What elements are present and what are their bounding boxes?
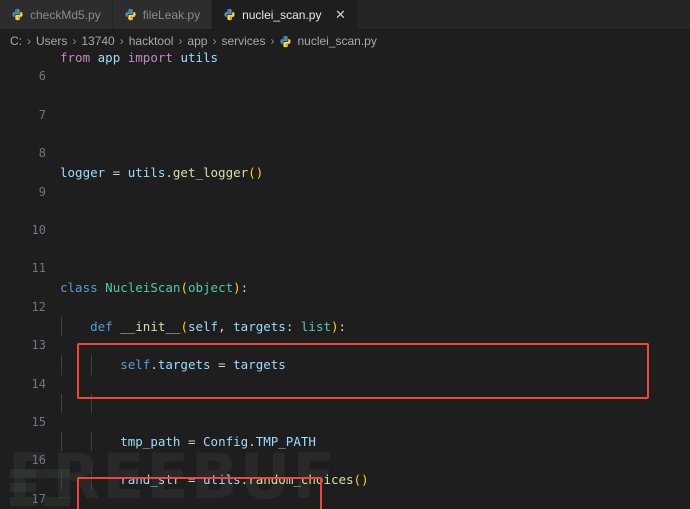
breadcrumb-item-13740[interactable]: 13740: [81, 34, 114, 48]
code-line: 11: [0, 240, 690, 275]
code-line: 8: [0, 125, 690, 160]
line-number: 11: [31, 261, 46, 276]
line-content: rand_str = utils.random_choices(): [120, 472, 369, 488]
line-number: 17: [31, 491, 46, 506]
code-editor[interactable]: FREEBUF 6 from app import utils 7 8 9 lo…: [0, 52, 690, 509]
tab-label: nuclei_scan.py: [242, 7, 322, 22]
breadcrumb-item-users[interactable]: Users: [36, 34, 67, 48]
line-number: 6: [38, 69, 46, 84]
code-line: 15: [0, 393, 690, 429]
line-number: 13: [31, 338, 46, 353]
line-number: 15: [31, 414, 46, 429]
line-content: class NucleiScan(object):: [60, 280, 249, 296]
code-line: 7: [0, 86, 690, 122]
line-content: self.targets = targets: [120, 357, 286, 373]
python-icon: [125, 8, 136, 21]
close-icon[interactable]: ✕: [334, 8, 346, 21]
breadcrumb-file-label: nuclei_scan.py: [297, 34, 377, 48]
python-icon: [224, 8, 235, 21]
editor-vertical-scrollbar[interactable]: [680, 103, 690, 509]
line-number: 7: [38, 107, 46, 122]
code-lines: 6 from app import utils 7 8 9 logger = u…: [0, 52, 690, 509]
chevron-right-icon: ›: [212, 34, 217, 48]
tab-label: checkMd5.py: [30, 7, 101, 22]
code-line: 16 tmp_path = Config.TMP_PATH: [0, 431, 690, 467]
line-number: 14: [31, 376, 46, 391]
breadcrumb-item-app[interactable]: app: [187, 34, 207, 48]
breadcrumb-item-file[interactable]: nuclei_scan.py: [279, 34, 377, 48]
vscode-window: checkMd5.py fileLeak.py nuclei_scan.py ✕…: [0, 0, 690, 509]
line-number: 12: [31, 299, 46, 314]
tab-nuclei-scan-py[interactable]: nuclei_scan.py ✕: [212, 0, 359, 29]
chevron-right-icon: ›: [270, 34, 275, 48]
breadcrumb-item-drive[interactable]: C:: [10, 34, 22, 48]
line-number: 8: [38, 146, 46, 161]
python-icon: [280, 35, 292, 47]
line-content: from app import utils: [60, 52, 219, 65]
tab-checkMd5-py[interactable]: checkMd5.py: [0, 0, 113, 29]
code-line: 6 from app import utils: [0, 52, 690, 83]
line-number: 9: [38, 184, 46, 199]
chevron-right-icon: ›: [178, 34, 183, 48]
code-line: 17 rand_str = utils.random_choices(): [0, 470, 690, 506]
chevron-right-icon: ›: [119, 34, 124, 48]
line-content: logger = utils.get_logger(): [60, 165, 264, 181]
line-number: 10: [31, 222, 46, 237]
tab-label: fileLeak.py: [142, 7, 201, 22]
line-content: tmp_path = Config.TMP_PATH: [120, 433, 316, 449]
code-line: 10: [0, 202, 690, 237]
breadcrumb: C: › Users › 13740 › hacktool › app › se…: [0, 30, 690, 52]
line-number: 16: [31, 453, 46, 468]
chevron-right-icon: ›: [27, 34, 31, 48]
code-line: 12 class NucleiScan(object):: [0, 278, 690, 313]
tab-fileLeak-py[interactable]: fileLeak.py: [112, 0, 213, 29]
code-line: 13 def __init__(self, targets: list):: [0, 316, 690, 352]
python-icon: [12, 8, 23, 21]
breadcrumb-item-hacktool[interactable]: hacktool: [129, 34, 174, 48]
breadcrumb-item-services[interactable]: services: [221, 34, 265, 48]
code-line: 14 self.targets = targets: [0, 355, 690, 391]
chevron-right-icon: ›: [72, 34, 77, 48]
editor-tab-bar: checkMd5.py fileLeak.py nuclei_scan.py ✕: [0, 0, 690, 30]
code-line: 9 logger = utils.get_logger(): [0, 163, 690, 198]
line-content: def __init__(self, targets: list):: [90, 318, 347, 334]
